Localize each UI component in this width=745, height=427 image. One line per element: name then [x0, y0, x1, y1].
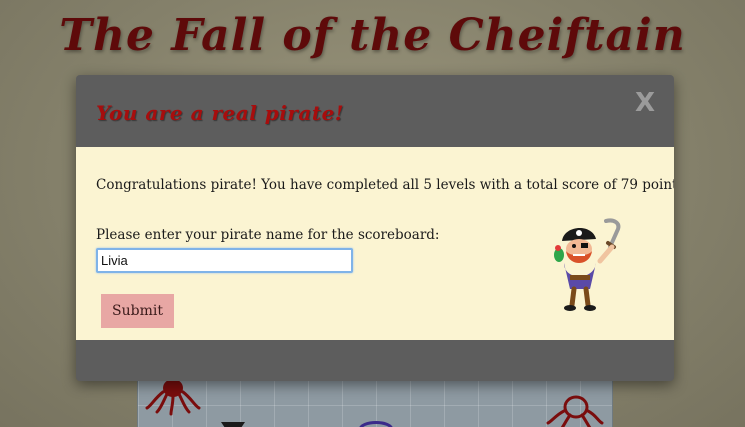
congratulations-message: Congratulations pirate! You have complet… [96, 177, 674, 193]
name-prompt-label: Please enter your pirate name for the sc… [96, 227, 440, 243]
close-button[interactable]: X [632, 89, 658, 117]
kraken-icon [546, 395, 604, 427]
octopus-icon [145, 379, 201, 416]
ship-icon [221, 422, 245, 427]
dialog-footer [76, 340, 674, 381]
dialog-header: You are a real pirate! X [76, 75, 674, 147]
pirate-image [554, 218, 621, 311]
ring-icon [359, 421, 393, 427]
submit-button[interactable]: Submit [101, 294, 174, 328]
win-dialog: You are a real pirate! X Congratulations… [76, 75, 674, 381]
dialog-title: You are a real pirate! [96, 101, 345, 125]
dialog-body: Congratulations pirate! You have complet… [76, 147, 674, 340]
pirate-name-input[interactable] [96, 248, 353, 273]
page-title: The Fall of the Cheiftain [59, 10, 686, 61]
